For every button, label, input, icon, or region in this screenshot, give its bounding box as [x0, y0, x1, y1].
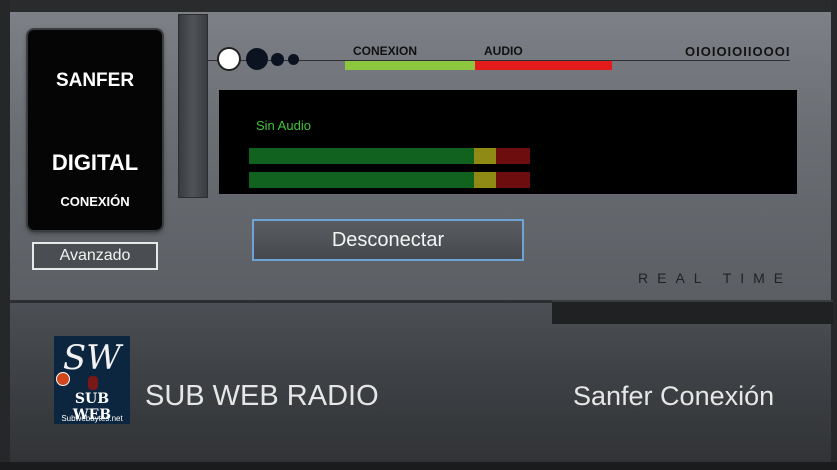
status-dot-tiny — [288, 54, 299, 65]
vu-meter-green-segment — [249, 172, 474, 188]
vu-meter-yellow-segment — [474, 148, 496, 164]
audio-label: AUDIO — [484, 44, 523, 58]
audio-status-text: Sin Audio — [256, 118, 311, 133]
connection-indicator-bar — [345, 61, 475, 70]
logo-line-conexion: CONEXIÓN — [60, 194, 130, 209]
brand-name: SUB WEB RADIO — [145, 380, 379, 412]
vu-meter-left — [249, 148, 530, 164]
window-frame-top — [0, 0, 837, 12]
sub-web-logo-site: Subwebaytes.net — [61, 414, 123, 423]
vu-meter-yellow-segment — [474, 172, 496, 188]
advanced-button[interactable]: Avanzado — [32, 242, 158, 270]
radio-player-window: SANFER DIGITAL CONEXIÓN Avanzado CONEXIO… — [0, 0, 837, 470]
microphone-icon — [88, 376, 98, 390]
audio-indicator-bar — [475, 61, 612, 70]
realtime-label: REAL TIME — [638, 270, 793, 286]
vu-meter-green-segment — [249, 148, 474, 164]
window-frame-right — [831, 0, 837, 470]
status-dot-large — [217, 47, 241, 71]
window-frame-left — [0, 0, 10, 470]
vu-meter-right — [249, 172, 530, 188]
connection-label: CONEXION — [353, 44, 418, 58]
binary-decoration: OIOIOIOIIOOOI — [685, 44, 791, 59]
record-icon — [56, 372, 70, 386]
status-dot-small — [271, 53, 284, 66]
vu-meter-red-segment — [496, 172, 530, 188]
realtime-bar — [552, 300, 833, 324]
logo-line-digital: DIGITAL — [51, 150, 139, 175]
side-strip — [178, 14, 208, 198]
station-logo-display: SANFER DIGITAL CONEXIÓN — [28, 30, 162, 230]
vu-meter-red-segment — [496, 148, 530, 164]
station-name: Sanfer Conexión — [573, 381, 775, 411]
logo-line-sanfer: SANFER — [55, 70, 135, 91]
status-dot-medium — [246, 48, 268, 70]
window-frame-bottom — [0, 462, 837, 470]
disconnect-button[interactable]: Desconectar — [252, 219, 524, 261]
